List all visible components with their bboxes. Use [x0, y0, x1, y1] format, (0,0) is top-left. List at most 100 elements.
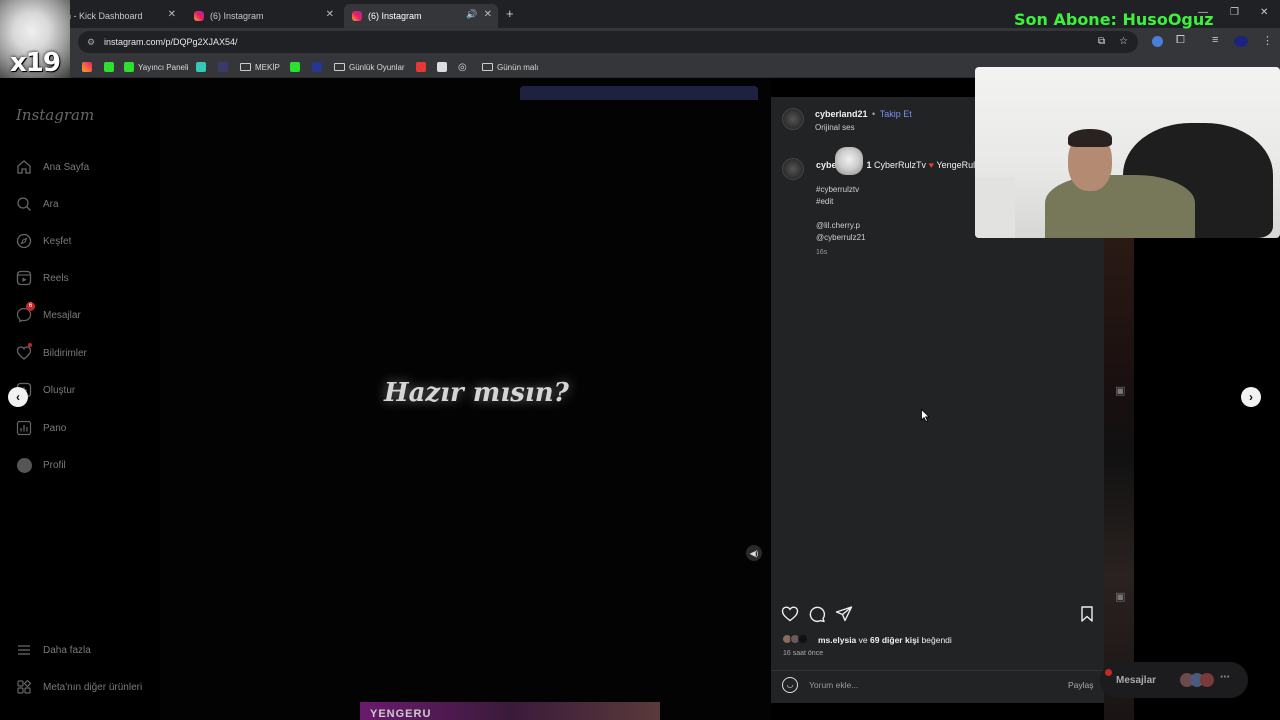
share-button[interactable]: [835, 605, 853, 623]
bookmark-icon[interactable]: [218, 60, 232, 74]
tab-kick-dashboard[interactable]: n - Kick Dashboard ✕: [58, 4, 182, 28]
bookmark-star-icon[interactable]: ☆: [1119, 31, 1128, 53]
hashtag-link[interactable]: #cyberrulztv: [816, 185, 859, 194]
speaker-icon[interactable]: 🔊: [466, 9, 477, 20]
nav-item-profile[interactable]: Profil: [16, 455, 66, 475]
post-timestamp: 16 saat önce: [783, 650, 824, 657]
nav-item-notifications[interactable]: Bildirimler: [16, 343, 87, 363]
messages-pill[interactable]: Mesajlar ⋯: [1100, 662, 1248, 698]
audio-label[interactable]: Orijinal ses: [815, 123, 855, 132]
mute-button[interactable]: ◀): [746, 545, 762, 561]
thumbnail-text: YENGERU: [370, 708, 432, 720]
compass-icon: [16, 233, 32, 249]
nav-item-messages[interactable]: 6 Mesajlar: [16, 302, 81, 325]
kick-icon: [124, 62, 134, 72]
avatar-icon: [16, 457, 32, 473]
hashtag-link[interactable]: #edit: [816, 197, 833, 206]
kick-bookmark-icon[interactable]: [290, 60, 304, 74]
save-button[interactable]: [1078, 605, 1096, 623]
nav-item-search[interactable]: Ara: [16, 194, 59, 214]
comment-input[interactable]: Yorum ekle...: [809, 680, 858, 690]
restore-icon[interactable]: ❐: [1230, 7, 1239, 18]
emoji-picker-icon[interactable]: ◡: [782, 677, 798, 693]
bookmark-mekip[interactable]: MEKİP: [240, 60, 280, 74]
browser-menu-icon[interactable]: ⋮: [1262, 34, 1273, 47]
mention-link[interactable]: @cyberrulz21: [816, 233, 865, 242]
window-close-icon[interactable]: ✕: [1260, 7, 1268, 18]
bookmark-icon[interactable]: [312, 60, 326, 74]
instagram-bookmark-icon[interactable]: [82, 60, 96, 74]
bookmark-gunluk-oyunlar[interactable]: Günlük Oyunlar: [334, 60, 405, 74]
heart-icon: [16, 343, 32, 361]
person-shoulders-shape: [1045, 175, 1195, 238]
follow-button[interactable]: Takip Et: [880, 109, 912, 119]
reels-icon: [16, 270, 32, 286]
nav-meta-products[interactable]: Meta'nın diğer ürünleri: [16, 677, 142, 697]
bookmark-icon[interactable]: [196, 60, 210, 74]
divider: [771, 670, 1104, 671]
close-icon[interactable]: ✕: [326, 9, 334, 20]
grid-icon: [16, 679, 32, 695]
youtube-bookmark-icon[interactable]: [416, 60, 430, 74]
likes-summary: ms.elysia ve 69 diğer kişi beğendi: [818, 635, 952, 645]
video-caption-text: Hazır mısın?: [384, 378, 569, 408]
like-button[interactable]: [781, 605, 799, 623]
instagram-logo[interactable]: Instagram: [16, 106, 94, 124]
install-app-icon[interactable]: ⧉: [1098, 31, 1105, 53]
tab-label: (6) Instagram: [368, 11, 422, 21]
previous-post-button[interactable]: ‹: [8, 387, 28, 407]
post-author-username[interactable]: cyberland21 • Takip Et: [815, 109, 912, 119]
caption-username[interactable]: cybe: [816, 160, 837, 170]
site-info-icon[interactable]: ⚙: [87, 31, 95, 53]
nav-item-reels[interactable]: Reels: [16, 268, 69, 288]
home-icon: [16, 159, 32, 175]
nav-item-home[interactable]: Ana Sayfa: [16, 157, 89, 177]
extension-icon[interactable]: [1152, 36, 1163, 47]
caption-author-avatar[interactable]: [782, 158, 804, 180]
close-icon[interactable]: ✕: [484, 9, 492, 20]
mention-link[interactable]: @lil.cherry.p: [816, 221, 860, 230]
hamburger-icon: [16, 642, 32, 658]
video-top-band: [520, 86, 758, 100]
caption-timestamp: 16s: [816, 249, 828, 256]
folder-icon: [334, 63, 345, 71]
media-controls-icon[interactable]: ≡: [1212, 34, 1218, 46]
tab-instagram-2[interactable]: (6) Instagram 🔊 ✕: [344, 4, 498, 28]
mouse-cursor-icon: [921, 408, 930, 427]
post-comment-button[interactable]: Paylaş: [1068, 680, 1094, 690]
folder-icon: [482, 63, 493, 71]
bookmark-gunun-mali[interactable]: Günün malı: [482, 60, 538, 74]
address-bar-row: ← ↻ ⚙ instagram.com/p/DQPg2XJAX54/ ⧉ ☆ ⧠…: [0, 28, 1280, 56]
game-bookmark-icon[interactable]: [437, 60, 451, 74]
subscriber-banner: Son Abone: HusoOguz: [1014, 10, 1214, 29]
extensions-puzzle-icon[interactable]: ⧠: [1176, 34, 1185, 47]
chevron-left-icon: ‹: [16, 390, 20, 404]
send-icon: [835, 606, 853, 627]
nav-more[interactable]: Daha fazla: [16, 640, 91, 660]
cat-emoji-overlay: [835, 147, 863, 175]
messages-pill-label: Mesajlar: [1116, 674, 1157, 686]
instagram-favicon-icon: [194, 11, 204, 21]
liker-avatar: [798, 634, 808, 644]
instagram-favicon-icon: [352, 11, 362, 21]
folder-icon: [240, 63, 251, 71]
url-input[interactable]: ⚙ instagram.com/p/DQPg2XJAX54/ ⧉ ☆: [78, 31, 1138, 53]
profile-avatar-icon[interactable]: [1234, 36, 1248, 47]
liker-username[interactable]: ms.elysia: [818, 635, 856, 645]
chevron-right-icon: ›: [1249, 390, 1253, 404]
close-icon[interactable]: ✕: [168, 9, 176, 20]
tab-instagram-1[interactable]: (6) Instagram ✕: [186, 4, 340, 28]
reels-icon: ▣: [1115, 385, 1126, 397]
nav-item-dashboard[interactable]: Pano: [16, 418, 66, 438]
stream-badge: x19: [10, 48, 61, 78]
globe-bookmark-icon[interactable]: ◎: [458, 60, 467, 74]
bookmark-yayinci-paneli[interactable]: Yayıncı Paneli: [124, 60, 189, 74]
post-author-avatar[interactable]: [782, 108, 804, 130]
kick-bookmark-icon[interactable]: [104, 60, 118, 74]
reels-icon: ▣: [1115, 591, 1126, 603]
nav-item-explore[interactable]: Keşfet: [16, 231, 71, 251]
comment-button[interactable]: [808, 605, 826, 623]
likes-count-link[interactable]: 69 diğer kişi: [870, 635, 919, 645]
next-post-button[interactable]: ›: [1241, 387, 1261, 407]
new-tab-icon[interactable]: +: [506, 6, 514, 21]
